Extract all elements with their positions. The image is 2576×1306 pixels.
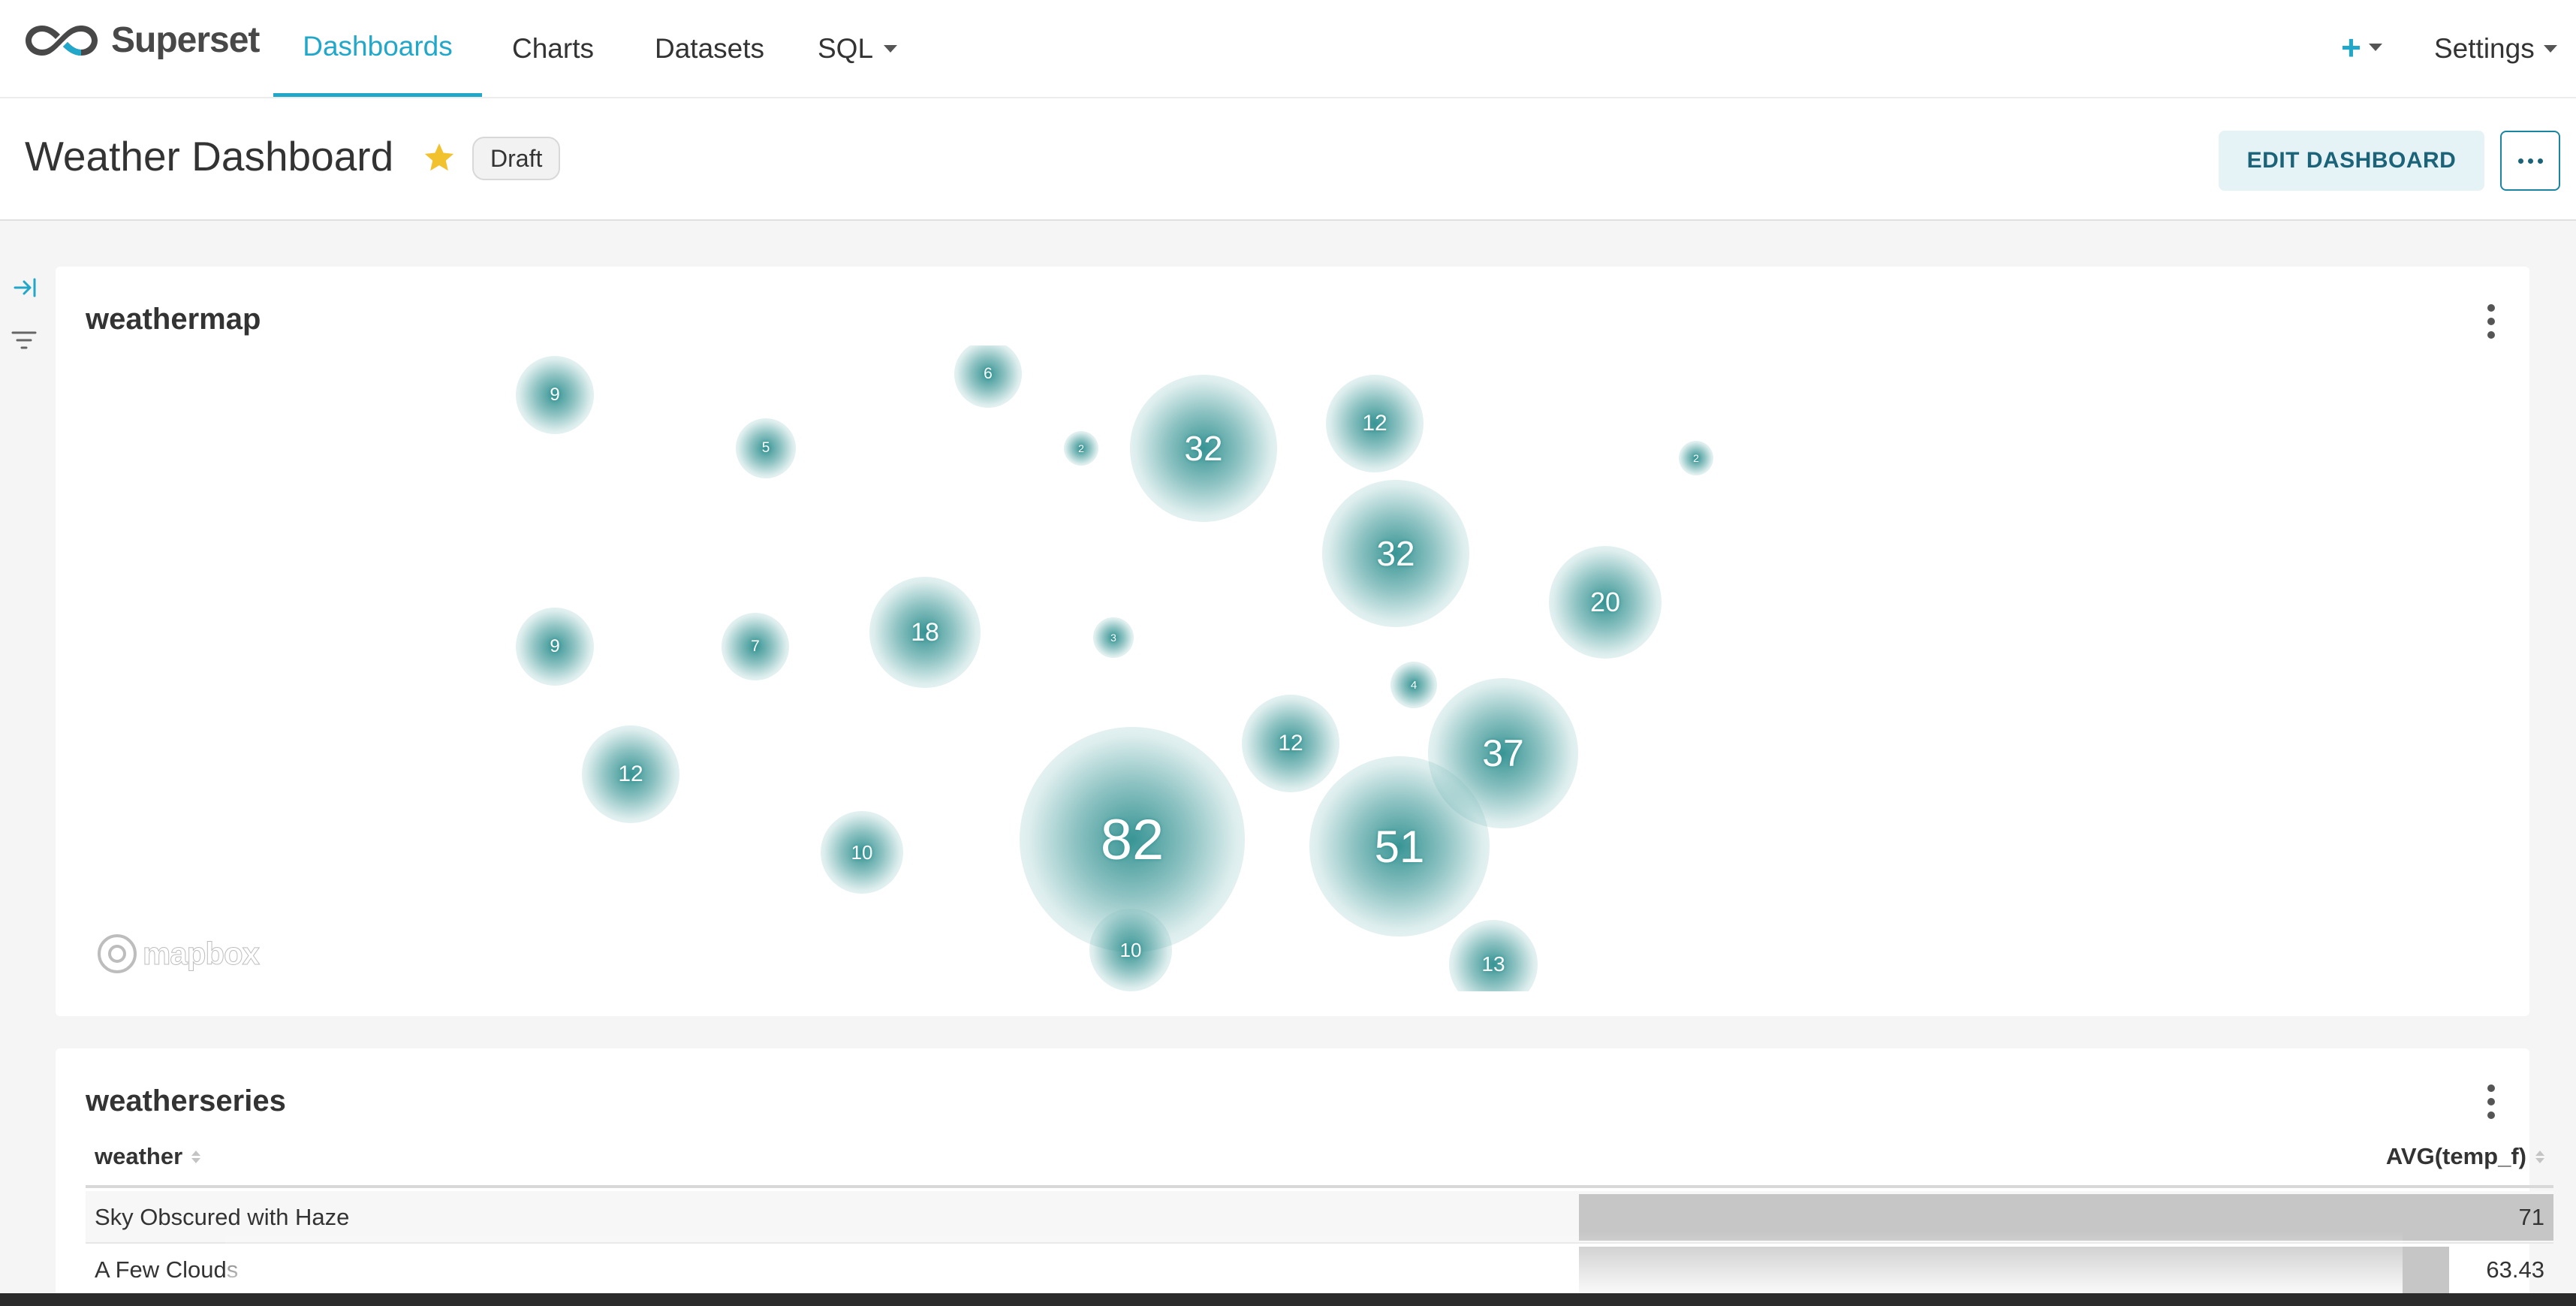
chart-menu-icon[interactable] [2482, 1084, 2500, 1119]
map-canvas[interactable]: 9 6 5 2 32 12 2 32 20 9 7 18 3 4 12 37 1… [86, 345, 2526, 991]
cluster-marker[interactable]: 10 [821, 811, 903, 894]
status-badge[interactable]: Draft [472, 137, 561, 180]
avg-temp-cell: 63.43 [2486, 1256, 2544, 1283]
nav-charts-label: Charts [512, 32, 594, 64]
cluster-marker[interactable]: 12 [582, 725, 679, 823]
brand-name: Superset [111, 20, 260, 60]
chart-title: weathermap [86, 303, 261, 336]
nav-charts[interactable]: Charts [512, 0, 594, 97]
sort-icon [2535, 1150, 2544, 1163]
cluster-marker[interactable]: 2 [1064, 431, 1098, 466]
new-item-menu[interactable]: + [2341, 30, 2382, 65]
cluster-marker[interactable]: 9 [516, 608, 594, 686]
sort-icon [191, 1150, 201, 1163]
top-navbar: Superset Dashboards Charts Datasets SQL … [0, 0, 2576, 98]
expand-filters-icon[interactable] [12, 276, 38, 299]
column-header-label: weather [95, 1143, 183, 1169]
cluster-marker[interactable]: 6 [954, 345, 1022, 408]
nav-sql[interactable]: SQL [818, 0, 898, 97]
cluster-marker[interactable]: 12 [1242, 695, 1339, 792]
cluster-marker[interactable]: 5 [736, 418, 796, 478]
edit-dashboard-button[interactable]: EDIT DASHBOARD [2219, 131, 2484, 191]
column-header-avg-temp[interactable]: AVG(temp_f) [2386, 1143, 2544, 1170]
ellipsis-icon [2517, 158, 2543, 164]
cluster-marker[interactable]: 20 [1549, 546, 1662, 659]
nav-datasets-label: Datasets [655, 32, 765, 64]
column-header-label: AVG(temp_f) [2385, 1143, 2526, 1169]
nav-dashboards[interactable]: Dashboards [273, 0, 482, 97]
cluster-marker[interactable]: 2 [1679, 441, 1713, 475]
filter-icon[interactable] [11, 329, 38, 351]
mapbox-text: mapbox [142, 936, 260, 972]
cluster-marker[interactable]: 13 [1449, 920, 1538, 991]
bottom-fade [225, 1232, 2403, 1293]
avg-temp-cell: 71 [2518, 1204, 2544, 1230]
cluster-marker[interactable]: 32 [1130, 375, 1277, 522]
column-header-weather[interactable]: weather [95, 1143, 201, 1170]
chevron-down-icon [2368, 44, 2382, 51]
os-dock-strip [0, 1293, 2576, 1306]
table-header: weather AVG(temp_f) [86, 1136, 2553, 1188]
cluster-marker[interactable]: 4 [1390, 662, 1437, 708]
weather-cell: A Few Clouds [95, 1256, 239, 1283]
cluster-marker[interactable]: 12 [1326, 375, 1424, 472]
plus-icon: + [2341, 28, 2361, 67]
settings-menu[interactable]: Settings [2434, 0, 2557, 97]
cluster-marker[interactable]: 18 [869, 577, 981, 688]
nav-datasets[interactable]: Datasets [655, 0, 764, 97]
weathermap-chart-card: weathermap 9 6 5 2 32 12 2 32 20 9 7 18 … [56, 267, 2529, 1016]
mapbox-logo-icon [98, 934, 137, 973]
cluster-marker[interactable]: 3 [1093, 617, 1134, 658]
cluster-marker[interactable]: 10 [1089, 909, 1172, 991]
dashboard-header: Weather Dashboard Draft EDIT DASHBOARD [0, 98, 2576, 221]
superset-logo[interactable]: Superset [23, 20, 260, 61]
chevron-down-icon [2543, 44, 2557, 53]
superset-logo-icon [26, 25, 98, 56]
nav-dashboards-label: Dashboards [303, 31, 453, 62]
weather-cell: Sky Obscured with Haze [95, 1204, 350, 1230]
cluster-marker[interactable]: 32 [1322, 480, 1469, 627]
favorite-star-icon[interactable] [422, 142, 456, 175]
cluster-marker[interactable]: 7 [722, 613, 789, 680]
more-options-button[interactable] [2500, 131, 2560, 191]
mapbox-attribution[interactable]: mapbox [96, 933, 261, 975]
chart-title: weatherseries [86, 1084, 286, 1117]
nav-sql-label: SQL [818, 32, 874, 64]
dashboard-title[interactable]: Weather Dashboard [25, 132, 393, 180]
cluster-marker[interactable]: 9 [516, 356, 594, 434]
chevron-down-icon [884, 44, 898, 53]
chart-menu-icon[interactable] [2482, 304, 2500, 339]
settings-label: Settings [2434, 32, 2535, 64]
cluster-marker[interactable]: 51 [1309, 756, 1490, 937]
